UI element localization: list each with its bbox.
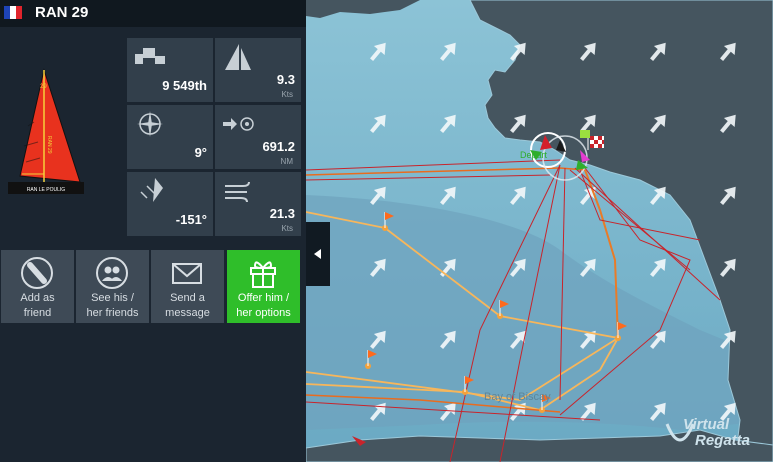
offer-options-label: Offer him / her options <box>236 292 291 319</box>
add-friend-label: Add as friend <box>20 292 55 319</box>
stat-rank: 9 549th <box>127 38 213 102</box>
speed-value: 9.3 <box>276 72 295 87</box>
logo-text-line2: Regatta <box>695 432 751 449</box>
collapse-panel-button[interactable] <box>306 222 330 286</box>
sail-speed-icon <box>225 44 251 70</box>
friends-icon <box>96 257 128 289</box>
panel-header: RAN 29 <box>0 0 306 27</box>
svg-text:RAN 29: RAN 29 <box>46 136 52 154</box>
wind-speed-value: 21.3 <box>269 206 295 221</box>
stat-distance: 691.2 NM <box>215 105 301 169</box>
logo-text-line1: Virtual <box>683 416 730 433</box>
distance-value: 691.2 <box>262 139 295 154</box>
speed-unit: Kts <box>281 90 293 99</box>
heading-value: 9° <box>194 145 207 160</box>
virtual-regatta-logo: Virtual Regatta <box>665 414 770 454</box>
stat-wind-speed: 21.3 Kts <box>215 172 301 236</box>
offer-options-button[interactable]: Offer him / her options <box>227 250 300 323</box>
gift-icon <box>250 261 276 288</box>
stat-twa: -151° <box>127 172 213 236</box>
stat-heading: 9° <box>127 105 213 169</box>
podium-icon <box>135 48 165 64</box>
add-friend-button[interactable]: Add as friend <box>1 250 74 323</box>
see-friends-label: See his / her friends <box>86 292 139 319</box>
boat-info-panel: RAN 29 29 RAN 29 RAN LE POULIG 9 549th 9… <box>0 0 306 462</box>
see-friends-button[interactable]: See his / her friends <box>76 250 149 323</box>
compass-icon <box>137 111 163 137</box>
wind-icon <box>225 181 250 203</box>
send-message-button[interactable]: Send a message <box>151 250 224 323</box>
boat-name: RAN 29 <box>35 4 89 21</box>
wind-speed-unit: Kts <box>281 224 293 233</box>
rank-value: 9 549th <box>162 78 207 93</box>
envelope-icon <box>172 263 202 284</box>
svg-text:29: 29 <box>40 84 47 90</box>
send-message-label: Send a message <box>165 292 210 319</box>
svg-text:Depart: Depart <box>520 150 548 160</box>
add-friend-icon <box>21 257 53 289</box>
stat-speed: 9.3 Kts <box>215 38 301 102</box>
distance-target-icon <box>223 117 254 131</box>
boat-sail-image: 29 RAN 29 RAN LE POULIG <box>8 68 84 194</box>
france-flag-icon <box>4 6 22 19</box>
distance-unit: NM <box>280 157 293 166</box>
sea-label: Bay of Biscay <box>484 391 551 403</box>
chevron-left-icon <box>314 249 321 259</box>
twa-value: -151° <box>175 212 207 227</box>
wind-angle-icon <box>140 178 163 202</box>
svg-text:RAN LE POULIG: RAN LE POULIG <box>27 187 65 193</box>
